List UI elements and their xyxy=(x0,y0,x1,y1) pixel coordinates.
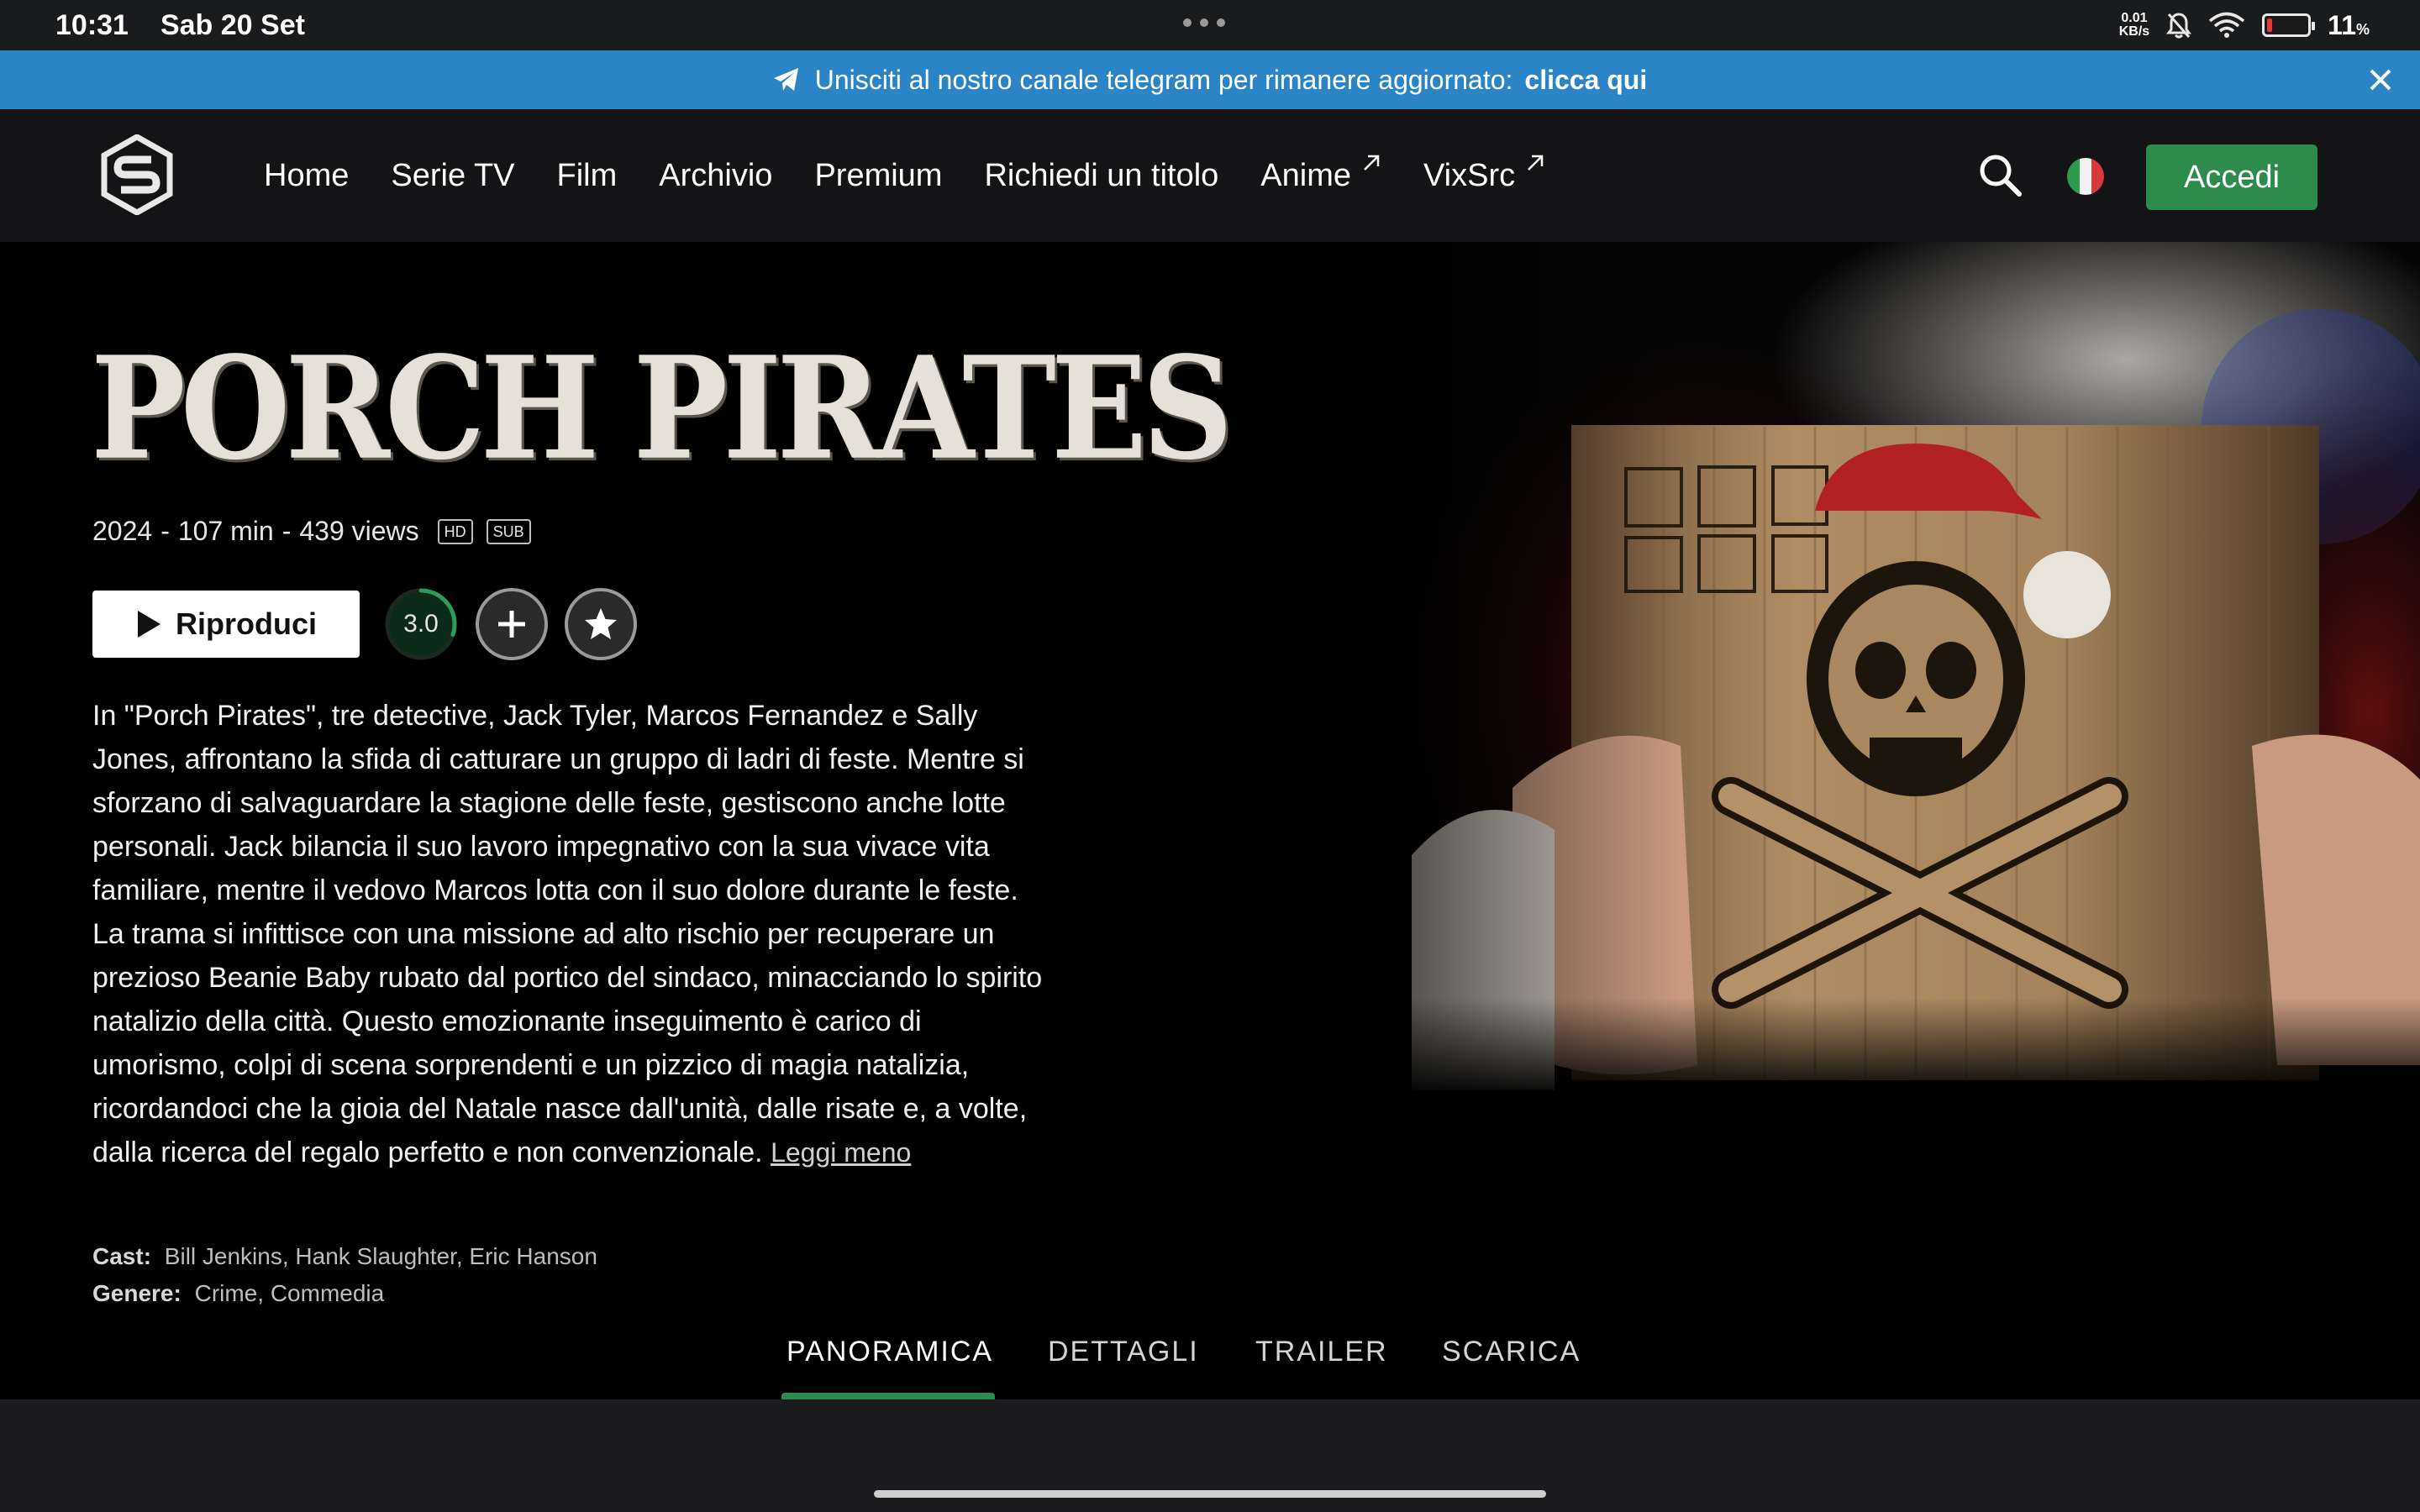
wifi-icon xyxy=(2209,12,2245,38)
search-icon[interactable] xyxy=(1976,151,2023,198)
nav-archivio[interactable]: Archivio xyxy=(659,158,772,194)
rating-value: 3.0 xyxy=(403,610,439,638)
add-to-list-button[interactable] xyxy=(476,588,548,660)
active-tab-indicator xyxy=(781,1393,995,1399)
genre-names: Crime, Commedia xyxy=(194,1280,385,1306)
movie-meta: 2024 - 107 min - 439 views HD SUB xyxy=(92,516,531,547)
movie-tabs: PANORAMICA DETTAGLI TRAILER SCARICA xyxy=(0,1334,2420,1399)
telegram-banner: Unisciti al nostro canale telegram per r… xyxy=(0,50,2420,109)
plus-icon xyxy=(498,611,525,638)
status-bar: 10:31 Sab 20 Set 0.01 KB/s 11% xyxy=(0,0,2420,50)
tab-trailer[interactable]: TRAILER xyxy=(1255,1334,1388,1399)
meta-separator: - xyxy=(281,516,292,546)
nav-vixsrc-label: VixSrc xyxy=(1423,157,1516,193)
close-icon[interactable] xyxy=(2363,62,2398,97)
battery-icon xyxy=(2262,13,2316,37)
banner-text: Unisciti al nostro canale telegram per r… xyxy=(814,64,1513,95)
nav-richiedi-label: Richiedi un titolo xyxy=(984,157,1219,193)
hd-badge: HD xyxy=(437,518,473,544)
battery-percent-sign: % xyxy=(2355,20,2370,38)
movie-title-logo: PORCH PIRATES xyxy=(91,326,1234,492)
movie-plot: In "Porch Pirates", tre detective, Jack … xyxy=(92,694,1050,1174)
play-icon xyxy=(138,611,160,638)
status-date: Sab 20 Set xyxy=(160,8,305,41)
nav-anime[interactable]: Anime xyxy=(1260,155,1381,194)
network-speed: 0.01 KB/s xyxy=(2119,12,2149,39)
favorite-button[interactable] xyxy=(565,588,637,660)
nav-premium-label: Premium xyxy=(814,157,943,193)
nav-home-label: Home xyxy=(264,157,350,193)
tab-dettagli[interactable]: DETTAGLI xyxy=(1048,1334,1199,1399)
rating-circle: 3.0 xyxy=(383,586,459,662)
nav-links: Home Serie TV Film Archivio Premium Rich… xyxy=(264,109,1587,242)
status-icons: 0.01 KB/s 11% xyxy=(2119,0,2370,50)
backdrop-fade-bottom xyxy=(1160,998,2420,1099)
nav-serie-tv[interactable]: Serie TV xyxy=(391,158,514,194)
play-label: Riproduci xyxy=(176,606,317,641)
nav-anime-label: Anime xyxy=(1260,157,1352,193)
banner-link[interactable]: clicca qui xyxy=(1524,65,1647,96)
streamingcommunity-logo[interactable] xyxy=(101,134,173,215)
star-icon xyxy=(585,608,617,639)
status-time: 10:31 xyxy=(55,8,129,41)
external-link-icon xyxy=(1528,155,1544,171)
meta-separator: - xyxy=(160,516,170,546)
battery-percent: 11% xyxy=(2328,10,2370,41)
home-indicator[interactable] xyxy=(874,1490,1546,1498)
plot-text: In "Porch Pirates", tre detective, Jack … xyxy=(92,700,1043,1168)
cast-line: Cast: Bill Jenkins, Hank Slaughter, Eric… xyxy=(92,1243,597,1270)
movie-year: 2024 xyxy=(92,516,153,546)
genre-label: Genere: xyxy=(92,1280,182,1306)
bell-muted-icon xyxy=(2166,13,2192,39)
login-button[interactable]: Accedi xyxy=(2146,144,2317,210)
top-navigation: Home Serie TV Film Archivio Premium Rich… xyxy=(0,109,2420,242)
nav-archivio-label: Archivio xyxy=(659,157,773,193)
telegram-icon xyxy=(773,67,800,92)
tab-scarica[interactable]: SCARICA xyxy=(1442,1334,1581,1399)
cast-label: Cast: xyxy=(92,1243,152,1269)
nav-home[interactable]: Home xyxy=(264,158,349,194)
cast-names: Bill Jenkins, Hank Slaughter, Eric Hanso… xyxy=(164,1243,597,1269)
nav-premium[interactable]: Premium xyxy=(814,158,942,194)
nav-film[interactable]: Film xyxy=(557,158,618,194)
battery-percent-value: 11 xyxy=(2328,9,2356,40)
network-speed-unit: KB/s xyxy=(2118,24,2150,39)
movie-hero: PORCH PIRATES 2024 - 107 min - 439 views… xyxy=(0,242,2420,1399)
movie-views: 439 views xyxy=(299,516,419,546)
tab-panoramica[interactable]: PANORAMICA xyxy=(786,1334,993,1399)
movie-actions: Riproduci 3.0 xyxy=(92,586,637,662)
genre-line: Genere: Crime, Commedia xyxy=(92,1280,384,1307)
sub-badge: SUB xyxy=(486,518,531,544)
nav-vixsrc[interactable]: VixSrc xyxy=(1423,155,1545,194)
network-speed-value: 0.01 xyxy=(2121,11,2148,25)
nav-serie-tv-label: Serie TV xyxy=(391,157,515,193)
nav-film-label: Film xyxy=(556,157,618,193)
play-button[interactable]: Riproduci xyxy=(92,591,360,658)
movie-duration: 107 min xyxy=(177,516,274,546)
multitask-dots-icon[interactable] xyxy=(1183,18,1225,27)
external-link-icon xyxy=(1364,155,1380,171)
read-less-link[interactable]: Leggi meno xyxy=(771,1137,911,1168)
nav-richiedi-titolo[interactable]: Richiedi un titolo xyxy=(984,158,1218,194)
italy-flag-icon[interactable] xyxy=(2067,158,2104,195)
